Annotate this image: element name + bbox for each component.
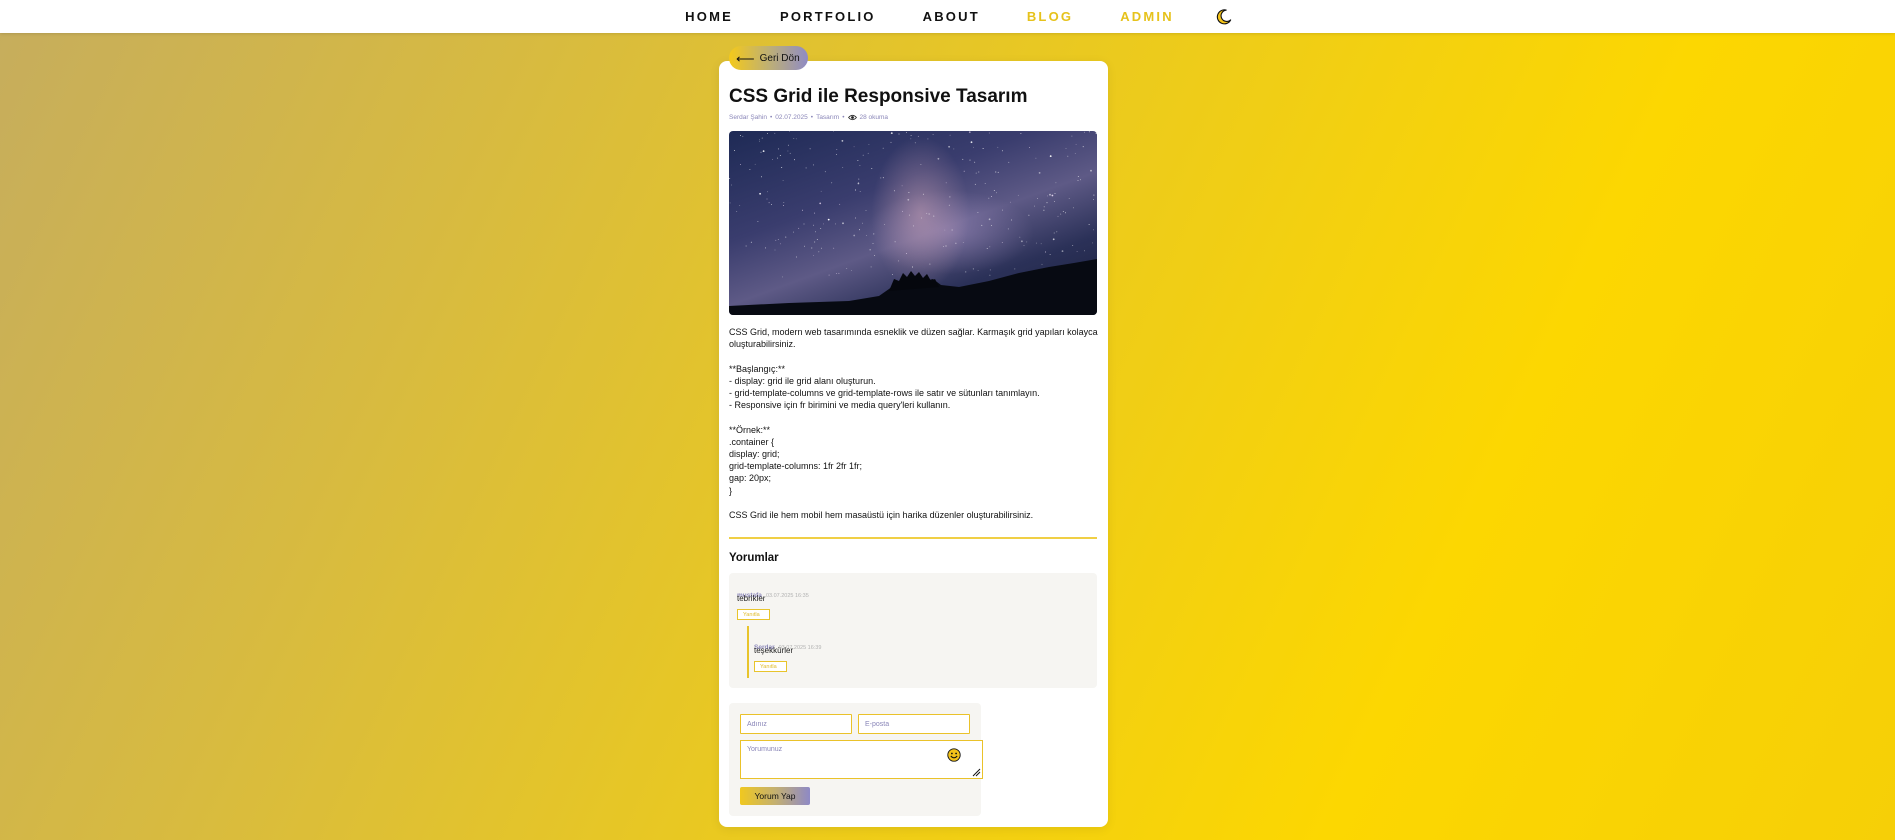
post-title: CSS Grid ile Responsive Tasarım — [729, 86, 1028, 107]
nav-list: HOME PORTFOLIO ABOUT BLOG ADMIN — [662, 0, 1234, 33]
comment-text: teşekkürler — [754, 646, 794, 655]
comment-item: mustafa 03.07.2025 16:35 tebrikler Yanıtl… — [737, 582, 809, 620]
content-line: gap: 20px; — [729, 473, 772, 484]
post-category[interactable]: Tasarım — [816, 114, 839, 121]
nav-link-blog[interactable]: BLOG — [1027, 3, 1073, 31]
post-views: 28 okuma — [859, 114, 889, 121]
nav-link-home[interactable]: HOME — [685, 3, 733, 31]
content-line: **Başlangıç:** — [729, 363, 786, 374]
comments-title: Yorumlar — [729, 552, 779, 564]
nav-link-portfolio[interactable]: PORTFOLIO — [780, 3, 876, 31]
content-divider — [729, 537, 1097, 539]
comment-text: tebrikler — [737, 594, 766, 603]
content-line: .container { — [729, 436, 775, 447]
post-author[interactable]: Serdar Şahin — [729, 114, 767, 121]
meta-separator: • — [769, 114, 773, 121]
content-line: CSS Grid, modern web tasarımında esnekli… — [729, 327, 1098, 350]
milky-way-image — [729, 131, 1097, 315]
post-content: CSS Grid, modern web tasarımında esnekli… — [729, 326, 1101, 521]
nav-link-about[interactable]: ABOUT — [923, 3, 980, 31]
back-button[interactable]: ⟵ Geri Dön — [729, 46, 808, 70]
content-line: **Örnek:** — [729, 424, 771, 435]
arrow-left-icon: ⟵ — [736, 50, 755, 66]
content-line: - Responsive için fr birimini ve media q… — [729, 400, 951, 411]
content-line: display: grid; — [729, 449, 780, 459]
post-date: 02.07.2025 — [775, 114, 808, 121]
post-hero-image — [729, 131, 1097, 315]
moon-icon[interactable] — [1215, 8, 1233, 26]
reply-button[interactable]: Yanıtla — [754, 661, 787, 672]
eye-icon — [848, 114, 858, 121]
back-button-label: Geri Dön — [759, 52, 800, 64]
resize-handle-icon[interactable] — [972, 768, 981, 777]
reply-thread-bar — [747, 626, 749, 678]
post-meta: Serdar Şahin • 02.07.2025 • Tasarım • 28… — [729, 114, 888, 121]
comment-reply-item: Serdar 03.07.2025 16:39 teşekkürler Yanıt… — [754, 634, 821, 672]
top-navbar: HOME PORTFOLIO ABOUT BLOG ADMIN — [0, 0, 1895, 33]
comment-date: 03.07.2025 16:35 — [765, 593, 809, 599]
nav-link-admin[interactable]: ADMIN — [1120, 3, 1174, 31]
content-line: - display: grid ile grid alanı oluşturun… — [729, 375, 876, 386]
submit-comment-button[interactable]: Yorum Yap — [740, 787, 810, 805]
name-input[interactable] — [740, 714, 852, 734]
email-input[interactable] — [858, 714, 970, 734]
meta-separator: • — [842, 114, 845, 121]
meta-separator: • — [810, 114, 814, 121]
reply-button[interactable]: Yanıtla — [737, 609, 770, 620]
content-line: CSS Grid ile hem mobil hem masaüstü için… — [729, 510, 1034, 520]
content-line: grid-template-columns: 1fr 2fr 1fr; — [729, 461, 863, 472]
content-line: - grid-template-columns ve grid-template… — [729, 388, 1040, 398]
smiley-icon[interactable] — [947, 748, 961, 762]
content-line: } — [729, 485, 733, 496]
